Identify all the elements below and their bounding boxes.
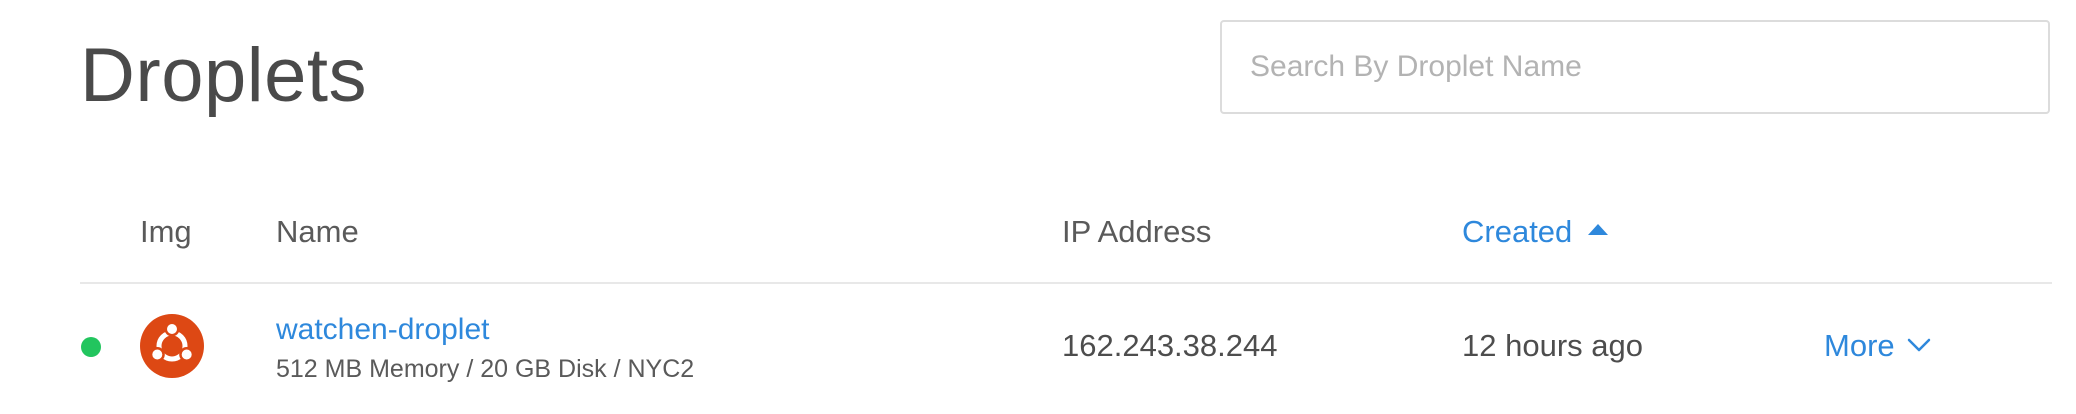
search-box[interactable]: [1220, 20, 2050, 114]
droplet-created-time: 12 hours ago: [1462, 328, 1643, 363]
header-divider: [80, 282, 2052, 284]
page-title: Droplets: [80, 33, 367, 118]
column-header-created-label: Created: [1462, 214, 1573, 249]
column-header-img: Img: [140, 214, 192, 249]
droplet-name-link[interactable]: watchen-droplet: [276, 310, 489, 350]
ubuntu-icon: [140, 314, 204, 378]
droplet-ip-address: 162.243.38.244: [1062, 328, 1278, 363]
more-actions-button[interactable]: More: [1824, 326, 1931, 366]
column-header-created[interactable]: Created: [1462, 212, 1609, 252]
column-header-name[interactable]: Name: [276, 212, 359, 252]
column-header-ip[interactable]: IP Address: [1062, 212, 1211, 252]
status-indicator: [81, 337, 101, 357]
droplet-specs: 512 MB Memory / 20 GB Disk / NYC2: [276, 355, 695, 383]
search-input[interactable]: [1222, 22, 2048, 112]
chevron-down-icon: [1907, 338, 1930, 352]
more-actions-label: More: [1824, 328, 1895, 363]
sort-ascending-icon: [1588, 224, 1609, 236]
